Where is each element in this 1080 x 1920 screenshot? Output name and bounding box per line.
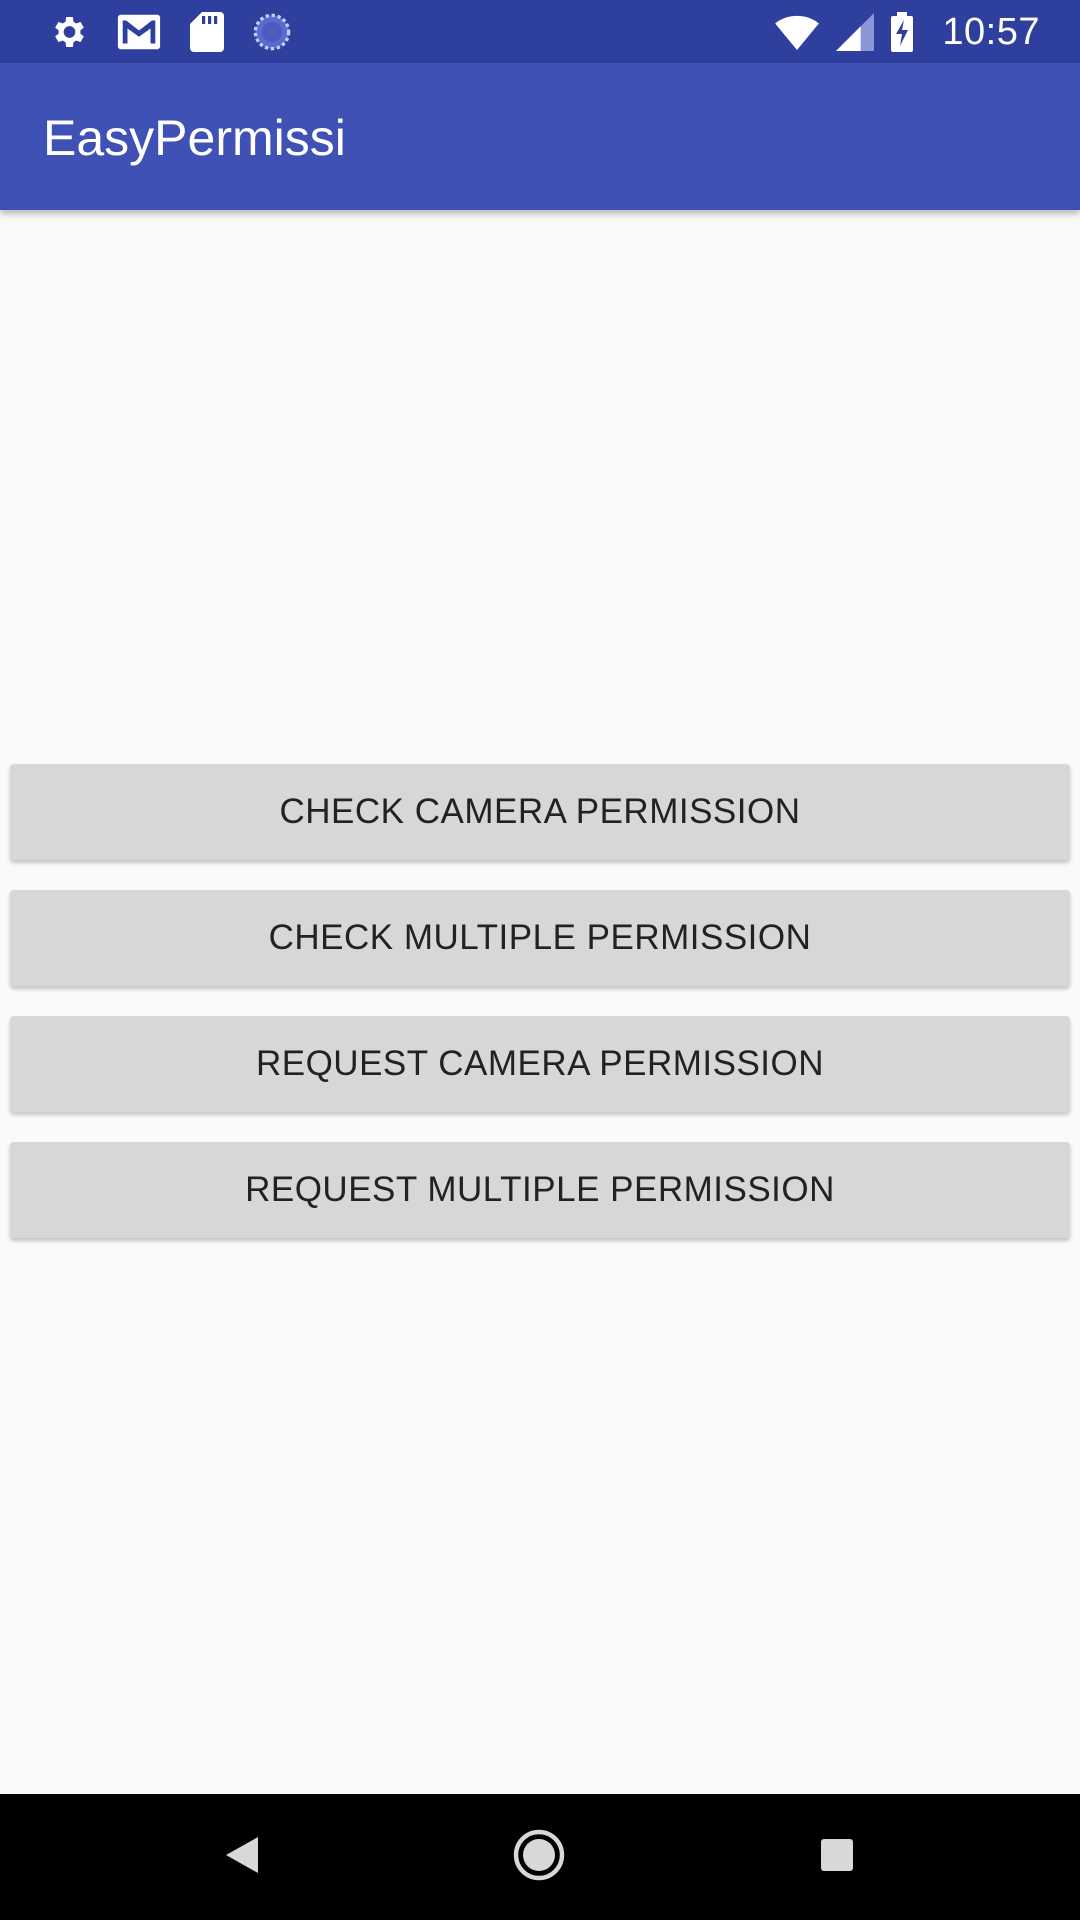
battery-charging-icon xyxy=(890,12,914,52)
gear-icon xyxy=(48,12,88,52)
main-content: CHECK CAMERA PERMISSION CHECK MULTIPLE P… xyxy=(0,210,1080,1794)
sd-card-icon xyxy=(190,12,224,52)
home-icon xyxy=(513,1829,565,1886)
signal-icon xyxy=(836,13,875,51)
home-button[interactable] xyxy=(500,1818,578,1896)
back-icon xyxy=(222,1833,262,1882)
recents-button[interactable] xyxy=(798,1818,876,1896)
back-button[interactable] xyxy=(203,1818,281,1896)
app-title: EasyPermissi xyxy=(43,110,346,166)
navigation-bar xyxy=(0,1794,1080,1920)
app-bar: EasyPermissi xyxy=(0,63,1080,210)
status-notification-icons xyxy=(48,10,292,54)
recents-icon xyxy=(820,1838,854,1877)
sync-icon xyxy=(252,12,292,52)
status-time: 10:57 xyxy=(942,10,1040,53)
wifi-icon xyxy=(774,13,820,51)
status-system-icons: 10:57 xyxy=(774,6,1040,58)
request-camera-permission-button[interactable]: REQUEST CAMERA PERMISSION xyxy=(10,1016,1070,1112)
request-multiple-permission-button[interactable]: REQUEST MULTIPLE PERMISSION xyxy=(10,1142,1070,1238)
gmail-icon xyxy=(116,12,162,52)
check-multiple-permission-button[interactable]: CHECK MULTIPLE PERMISSION xyxy=(10,890,1070,986)
check-camera-permission-button[interactable]: CHECK CAMERA PERMISSION xyxy=(10,764,1070,860)
status-bar: 10:57 xyxy=(0,0,1080,63)
